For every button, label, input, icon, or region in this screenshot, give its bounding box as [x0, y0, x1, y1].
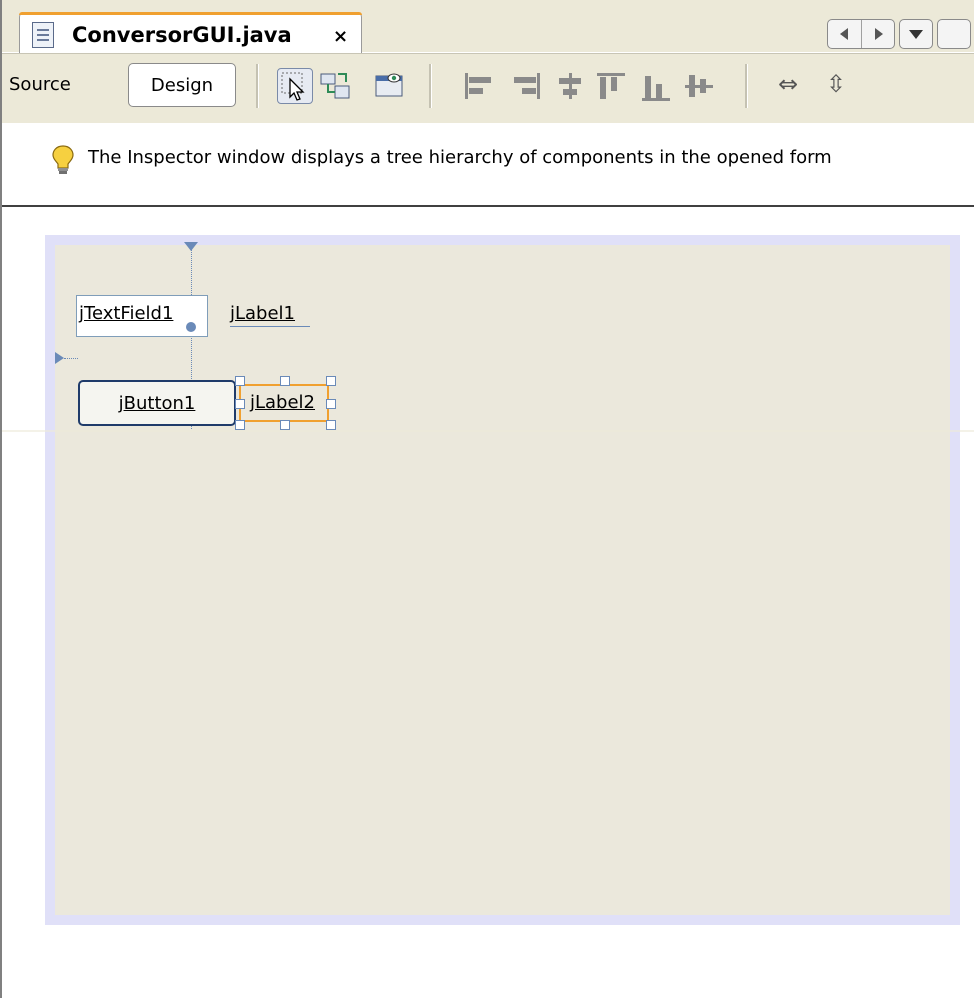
editor-toolbar: Source Design ⇔ ⇳: [0, 53, 974, 124]
resize-handle-s[interactable]: [280, 420, 290, 430]
source-button[interactable]: Source: [9, 74, 71, 95]
horizontal-guide-marker-icon: [55, 352, 64, 364]
tab-title: ConversorGUI.java: [72, 23, 292, 47]
selection-mode-icon[interactable]: [277, 68, 313, 104]
resize-handle-ne[interactable]: [326, 376, 336, 386]
jbutton1-text: jButton1: [118, 392, 196, 414]
vertical-guide-marker-icon: [184, 242, 198, 251]
resize-handle-w[interactable]: [235, 399, 245, 409]
align-left-icon[interactable]: [465, 73, 495, 101]
change-vertical-resizability-icon[interactable]: ⇳: [826, 70, 846, 98]
toolbar-separator: [429, 64, 432, 108]
center-horizontally-icon[interactable]: [556, 73, 586, 101]
toolbar-separator: [745, 64, 748, 108]
divider: [0, 205, 974, 207]
resize-handle-sw[interactable]: [235, 420, 245, 430]
resize-handle-e[interactable]: [326, 399, 336, 409]
form-design-canvas[interactable]: [55, 245, 950, 915]
baseline-guide: [230, 326, 310, 327]
anchor-point-icon: [186, 322, 196, 332]
window-left-border: [0, 0, 2, 998]
alignment-guide-horizontal: [64, 358, 78, 359]
resize-handle-nw[interactable]: [235, 376, 245, 386]
canvas-seam: [0, 430, 974, 432]
maximize-window-icon[interactable]: [937, 19, 971, 49]
tab-navigation: [827, 19, 971, 53]
java-file-icon: [32, 22, 54, 48]
align-bottom-icon[interactable]: [642, 73, 672, 101]
scroll-tabs-buttons: [827, 19, 895, 49]
jbutton1-component[interactable]: jButton1: [78, 380, 236, 426]
jlabel2-component[interactable]: jLabel2: [250, 392, 315, 413]
hint-text: The Inspector window displays a tree hie…: [88, 147, 832, 168]
jlabel1-component[interactable]: jLabel1: [230, 303, 295, 324]
align-top-icon[interactable]: [597, 73, 627, 101]
toolbar-separator: [256, 64, 259, 108]
resize-handle-n[interactable]: [280, 376, 290, 386]
jtextfield1-text: jTextField1: [79, 303, 174, 324]
center-vertically-icon[interactable]: [685, 73, 715, 101]
lightbulb-icon: [52, 144, 74, 176]
editor-tab-conversorgui[interactable]: ConversorGUI.java ×: [19, 12, 362, 54]
design-button[interactable]: Design: [128, 63, 236, 107]
preview-design-icon[interactable]: [372, 68, 408, 104]
resize-handle-se[interactable]: [326, 420, 336, 430]
align-right-icon[interactable]: [511, 73, 541, 101]
change-horizontal-resizability-icon[interactable]: ⇔: [778, 70, 798, 98]
scroll-right-icon[interactable]: [862, 20, 895, 48]
connection-mode-icon[interactable]: [318, 68, 354, 104]
show-opened-documents-icon[interactable]: [899, 19, 933, 49]
scroll-left-icon[interactable]: [828, 20, 862, 48]
close-icon[interactable]: ×: [333, 26, 348, 47]
